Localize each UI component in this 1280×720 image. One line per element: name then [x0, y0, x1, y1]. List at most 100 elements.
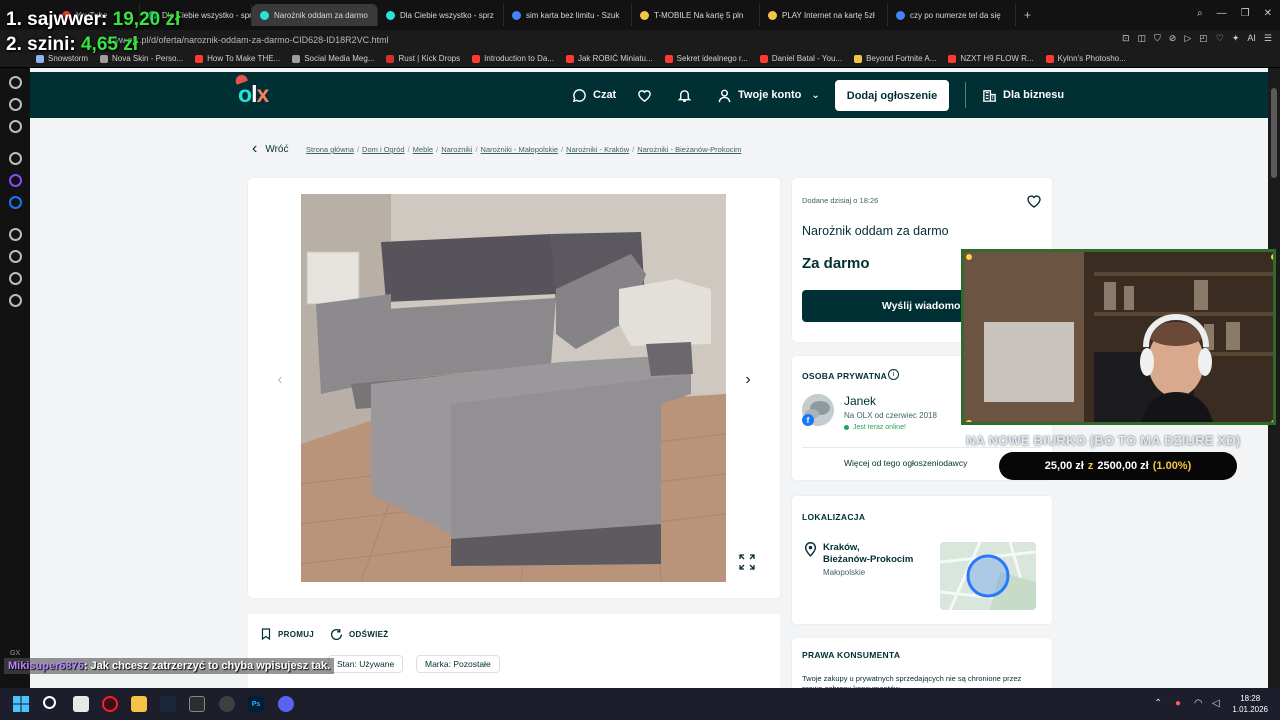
shield-icon[interactable]: ⛉ — [1154, 33, 1161, 44]
favorite-heart-icon[interactable] — [1026, 193, 1042, 209]
tab-naroznik[interactable]: Narożnik oddam za darmo✕ — [252, 4, 378, 26]
goal-title: NA NOWE BIURKO (BO TO MA DZIURE XD) — [966, 433, 1241, 448]
file-explorer-icon[interactable] — [131, 696, 147, 712]
promote-button[interactable]: PROMUJ — [260, 628, 314, 640]
next-photo-button[interactable]: › — [738, 370, 758, 390]
app-icon[interactable] — [219, 696, 235, 712]
listing-photo[interactable] — [301, 194, 726, 582]
clock[interactable]: 18:28 1.01.2026 — [1232, 693, 1268, 715]
adblock-icon[interactable]: ⊘ — [1169, 33, 1177, 44]
scrollbar-thumb[interactable] — [1271, 88, 1277, 178]
bookmark-label: Beyond Fortnite A... — [866, 54, 937, 63]
bookmark-label: Rust | Kick Drops — [398, 54, 461, 63]
search-icon[interactable]: ⌕ — [1197, 8, 1203, 19]
aria-icon[interactable] — [9, 76, 22, 89]
close-window-icon[interactable]: ✕ — [1264, 8, 1272, 19]
chevron-up-icon[interactable]: ⌃ — [1154, 698, 1162, 709]
new-tab-button[interactable]: + — [1016, 4, 1039, 26]
gaming-icon[interactable] — [9, 272, 22, 285]
wifi-icon[interactable]: ◠ — [1194, 698, 1203, 709]
microphone-icon[interactable]: ● — [1175, 698, 1181, 709]
account-menu[interactable]: Twoje konto ⌄ — [717, 72, 820, 118]
task-view-icon[interactable] — [73, 696, 89, 712]
breadcrumb-item[interactable]: Strona główna — [306, 145, 354, 154]
clock-date: 1.01.2026 — [1232, 705, 1268, 714]
menu-icon[interactable]: ☰ — [1264, 33, 1272, 44]
ranking-amount: 19,20 zł — [112, 9, 181, 30]
business-link[interactable]: Dla biznesu — [982, 72, 1064, 118]
breadcrumb-item[interactable]: Narożniki - Bieżanów-Prokocim — [637, 145, 741, 154]
tab-sim-karta[interactable]: sim karta bez limitu - Szuk — [504, 4, 632, 26]
tab-dla-ciebie-2[interactable]: Dla Ciebie wszystko - sprz — [378, 4, 504, 26]
extension-icon[interactable]: ✦ — [1232, 33, 1240, 44]
back-link[interactable]: ‹ Wróć — [252, 140, 288, 158]
prev-photo-button[interactable]: ‹ — [270, 370, 290, 390]
tab-title: Narożnik oddam za darmo — [274, 10, 368, 20]
volume-icon[interactable]: ◁ — [1212, 698, 1220, 709]
maximize-icon[interactable]: ❐ — [1241, 8, 1250, 19]
bookmark[interactable]: Jak ROBIĆ Miniatu... — [565, 54, 653, 63]
youtube-icon — [472, 54, 481, 63]
bookmark[interactable]: Beyond Fortnite A... — [854, 54, 936, 63]
opera-gx-icon[interactable] — [102, 696, 118, 712]
bookmark[interactable]: Social Media Meg... — [292, 54, 374, 63]
breadcrumb-item[interactable]: Narożniki - Kraków — [566, 145, 629, 154]
camera-icon[interactable]: ⊡ — [1122, 33, 1130, 44]
bookmark[interactable]: Rust | Kick Drops — [386, 54, 460, 63]
address-bar[interactable]: www.olx.pl/d/oferta/naroznik-oddam-za-da… — [0, 30, 1280, 50]
bookmark[interactable]: Kylnn's Photosho... — [1045, 54, 1126, 63]
info-icon[interactable]: i — [888, 369, 899, 380]
snapshot-icon[interactable]: ◰ — [1199, 33, 1208, 44]
discord-icon[interactable] — [278, 696, 294, 712]
fullscreen-icon[interactable] — [739, 554, 755, 570]
music-icon[interactable] — [9, 228, 22, 241]
tools-icon[interactable] — [9, 120, 22, 133]
photoshop-icon[interactable]: Ps — [248, 696, 264, 712]
ai-icon[interactable]: AI — [1247, 33, 1256, 44]
steam-icon[interactable] — [160, 696, 176, 712]
heart-icon[interactable]: ♡ — [1216, 33, 1224, 44]
breadcrumb-item[interactable]: Narożniki - Małopolskie — [481, 145, 559, 154]
extension-icon[interactable] — [9, 98, 22, 111]
breadcrumb: Strona główna / Dom i Ogród / Meble / Naroż… — [306, 145, 741, 154]
business-label: Dla biznesu — [1003, 89, 1065, 101]
bookmark[interactable]: NZXT H9 FLOW R... — [948, 54, 1034, 63]
location-map[interactable] — [940, 542, 1036, 610]
minimize-icon[interactable]: — — [1217, 8, 1227, 19]
search-icon[interactable] — [43, 696, 56, 709]
chevron-left-icon: ‹ — [277, 371, 283, 388]
bookmark[interactable]: How To Make THE... — [195, 54, 280, 63]
refresh-button[interactable]: ODŚWIEŻ — [330, 628, 388, 641]
chatgpt-icon[interactable] — [9, 152, 22, 165]
notifications-link[interactable] — [677, 72, 692, 118]
bookmark[interactable]: Daniel Batal - You... — [759, 54, 842, 63]
breadcrumb-item[interactable]: Dom i Ogród — [362, 145, 405, 154]
tab-bar: YouTube Dla Ciebie wszystko - sprz Naroż… — [0, 0, 1280, 30]
breadcrumb-item[interactable]: Meble — [413, 145, 433, 154]
add-listing-button[interactable]: Dodaj ogłoszenie — [835, 80, 949, 111]
donation-goal-bar: 25,00 zł z 2500,00 zł (1.00%) — [999, 452, 1237, 480]
favorites-link[interactable] — [637, 72, 652, 118]
breadcrumb-item[interactable]: Narożniki — [441, 145, 472, 154]
play-icon[interactable]: ▷ — [1184, 33, 1191, 44]
windows-start-icon[interactable] — [13, 696, 29, 712]
more-from-seller-link[interactable]: Więcej od tego ogłoszeniodawcy — [844, 458, 967, 468]
bookmark[interactable]: Introduction to Da... — [472, 54, 554, 63]
goal-percent: (1.00%) — [1152, 460, 1192, 472]
davinci-icon[interactable] — [189, 696, 205, 712]
settings-icon[interactable] — [9, 294, 22, 307]
rights-text: Twoje zakupy u prywatnych sprzedających … — [802, 674, 1022, 688]
olx-logo[interactable]: olx — [233, 73, 269, 108]
twitch-icon[interactable] — [9, 174, 22, 187]
bookmark[interactable]: Sekret idealnego r... — [664, 54, 748, 63]
screenshot-icon[interactable]: ◫ — [1138, 33, 1147, 44]
tab-play[interactable]: PLAY Internet na kartę 5zł — [760, 4, 888, 26]
webcam-overlay — [961, 249, 1276, 425]
breadcrumb-separator: / — [436, 145, 439, 154]
tab-czy-po-numerze[interactable]: czy po numerze tel da się — [888, 4, 1016, 26]
messenger-icon[interactable] — [9, 196, 22, 209]
seller-name[interactable]: Janek — [844, 394, 876, 408]
history-icon[interactable] — [9, 250, 22, 263]
tab-t-mobile[interactable]: T-MOBILE Na kartę 5 pln — [632, 4, 760, 26]
chat-link[interactable]: Czat — [572, 72, 616, 118]
